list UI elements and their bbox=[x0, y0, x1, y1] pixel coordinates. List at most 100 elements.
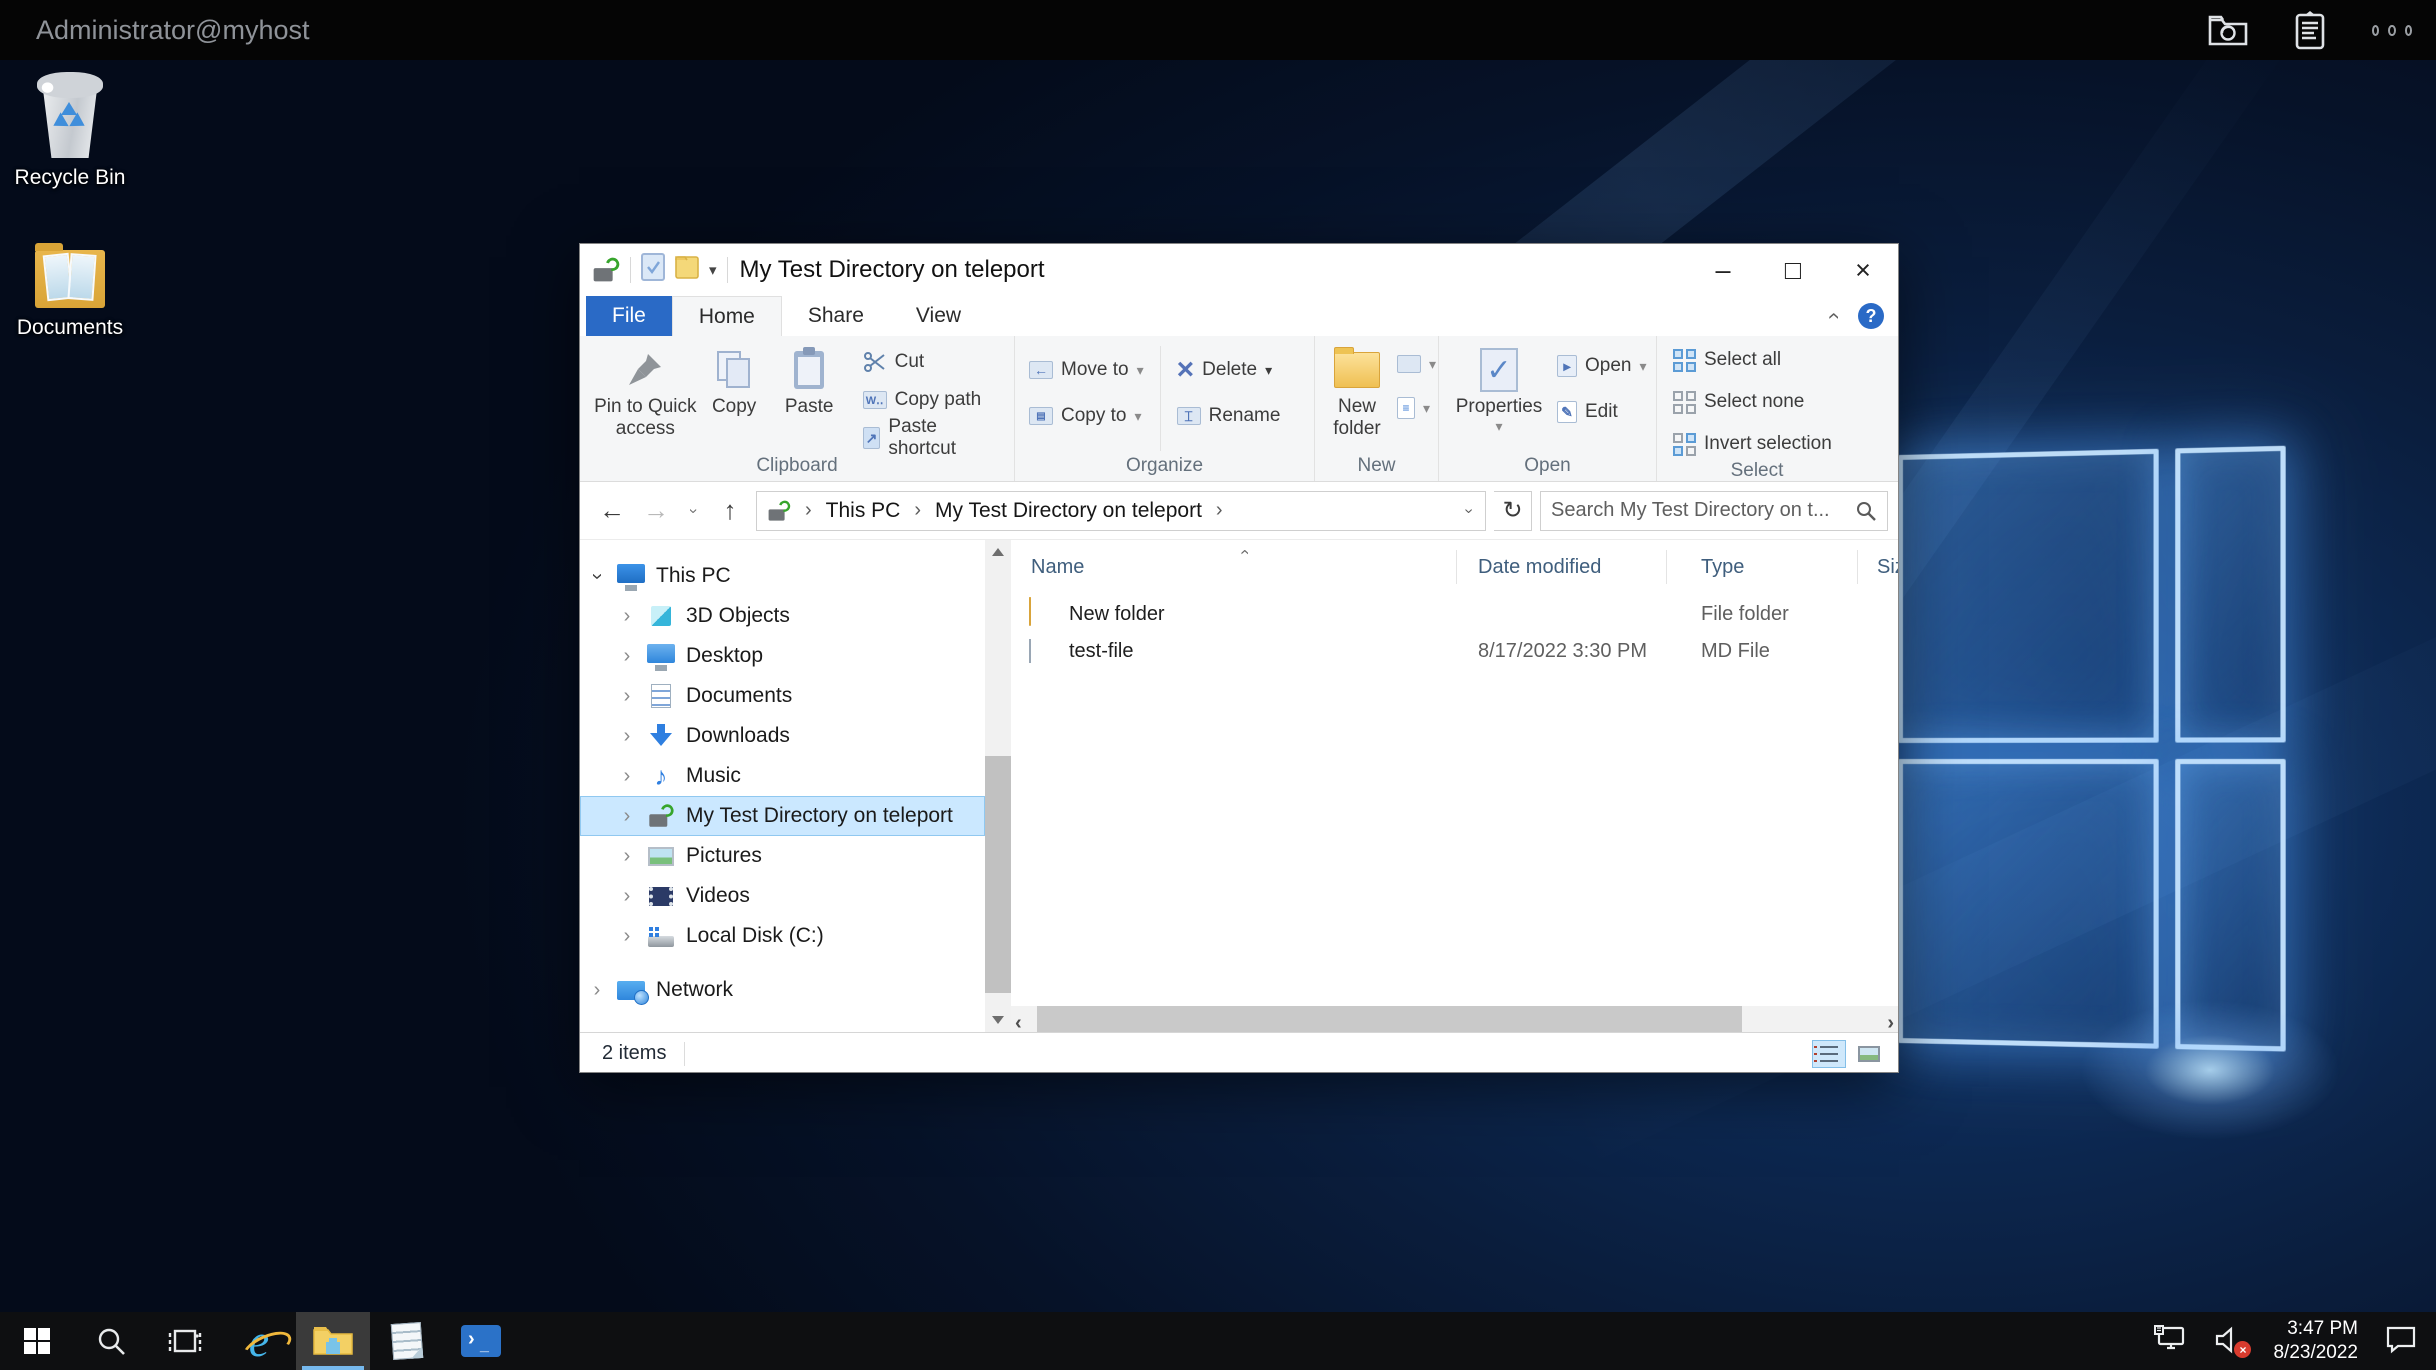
details-view-button[interactable] bbox=[1812, 1040, 1846, 1068]
nav-scrollbar-thumb[interactable] bbox=[985, 756, 1011, 992]
nav-scrollbar[interactable] bbox=[985, 540, 1011, 1032]
nav-item-downloads[interactable]: › Downloads bbox=[580, 716, 985, 756]
clipboard-icon[interactable] bbox=[2290, 10, 2330, 50]
horizontal-scrollbar[interactable]: ‹ › bbox=[1011, 1006, 1898, 1032]
nav-item-videos[interactable]: › Videos bbox=[580, 876, 985, 916]
paste-button[interactable]: Paste bbox=[772, 342, 847, 418]
recent-locations-icon[interactable]: › bbox=[684, 500, 702, 522]
minimize-button[interactable]: – bbox=[1688, 244, 1758, 296]
copy-path-button[interactable]: W‥ Copy path bbox=[857, 384, 1014, 416]
new-item-icon bbox=[1397, 355, 1421, 373]
paste-shortcut-button[interactable]: ↗ Paste shortcut bbox=[857, 422, 1014, 454]
action-center-icon[interactable] bbox=[2384, 1324, 2418, 1359]
task-view-button[interactable] bbox=[148, 1312, 222, 1370]
rename-button[interactable]: ⌶ Rename bbox=[1171, 400, 1287, 432]
videos-icon bbox=[644, 887, 678, 906]
column-header-name[interactable]: Name bbox=[1031, 556, 1084, 579]
title-bar[interactable]: ▾ My Test Directory on teleport – □ × bbox=[580, 244, 1898, 296]
forward-button[interactable]: → bbox=[638, 495, 674, 526]
nav-item-my-test-directory[interactable]: › My Test Directory on teleport bbox=[580, 796, 985, 836]
desktop-icon-recycle-bin[interactable]: Recycle Bin bbox=[10, 72, 130, 190]
cut-button[interactable]: Cut bbox=[857, 346, 1014, 378]
file-transfer-icon[interactable] bbox=[2208, 10, 2248, 50]
select-none-button[interactable]: Select none bbox=[1667, 386, 1838, 418]
address-dropdown-icon[interactable]: › bbox=[1459, 500, 1477, 521]
new-item-button[interactable]: ▾ bbox=[1395, 348, 1438, 380]
ribbon-tabs: File Home Share View › ? bbox=[580, 296, 1898, 336]
properties-qat-icon[interactable] bbox=[641, 253, 665, 287]
tab-file[interactable]: File bbox=[586, 296, 672, 336]
scroll-down-icon[interactable] bbox=[992, 1016, 1004, 1024]
address-bar[interactable]: › This PC › My Test Directory on telepor… bbox=[756, 491, 1486, 531]
taskbar: e ›_ × 3:47 PM 8/23/2022 bbox=[0, 1312, 2436, 1370]
column-header-type[interactable]: Type bbox=[1701, 556, 1744, 579]
pin-to-quick-access-button[interactable]: Pin to Quick access bbox=[594, 342, 697, 440]
horizontal-scrollbar-thumb[interactable] bbox=[1037, 1006, 1742, 1032]
nav-item-network[interactable]: › Network bbox=[580, 970, 985, 1010]
network-tray-icon[interactable] bbox=[2153, 1324, 2187, 1359]
qat-dropdown-icon[interactable]: ▾ bbox=[709, 261, 717, 279]
internet-explorer-icon: e bbox=[249, 1321, 269, 1361]
screen: Administrator@myhost Recycle Bin bbox=[0, 0, 2436, 1370]
search-box[interactable] bbox=[1540, 491, 1888, 531]
new-folder-button[interactable]: New folder bbox=[1319, 342, 1395, 440]
documents-folder-icon bbox=[35, 250, 105, 308]
help-icon[interactable]: ? bbox=[1858, 303, 1884, 329]
nav-item-desktop[interactable]: › Desktop bbox=[580, 636, 985, 676]
powershell-button[interactable]: ›_ bbox=[444, 1312, 518, 1370]
column-header-date-modified[interactable]: Date modified bbox=[1478, 556, 1601, 579]
maximize-button[interactable]: □ bbox=[1758, 244, 1828, 296]
start-button[interactable] bbox=[0, 1312, 74, 1370]
scroll-left-icon[interactable]: ‹ bbox=[1015, 1012, 1022, 1032]
desktop-icon-documents[interactable]: Documents bbox=[10, 250, 130, 340]
column-header-size[interactable]: Size bbox=[1877, 556, 1898, 579]
new-folder-qat-icon[interactable] bbox=[675, 254, 699, 286]
move-to-button[interactable]: ← Move to ▾ bbox=[1023, 354, 1150, 386]
nav-item-pictures[interactable]: › Pictures bbox=[580, 836, 985, 876]
address-bar-row: ← → › ↑ › This PC › My Test Directory on… bbox=[580, 482, 1898, 540]
copy-button[interactable]: Copy bbox=[697, 342, 772, 418]
window-controls: – □ × bbox=[1688, 244, 1898, 296]
invert-selection-button[interactable]: Invert selection bbox=[1667, 428, 1838, 460]
open-button[interactable]: ▸ Open ▾ bbox=[1551, 350, 1653, 382]
scissors-icon bbox=[863, 350, 887, 374]
notepad-button[interactable] bbox=[370, 1312, 444, 1370]
file-explorer-button[interactable] bbox=[296, 1312, 370, 1370]
large-icons-view-button[interactable] bbox=[1852, 1040, 1886, 1068]
ribbon-group-organize: ← Move to ▾ ▤ Copy to ▾ × bbox=[1015, 336, 1315, 481]
close-button[interactable]: × bbox=[1828, 244, 1898, 296]
search-input[interactable] bbox=[1551, 499, 1847, 522]
tab-view[interactable]: View bbox=[890, 296, 987, 336]
select-all-button[interactable]: Select all bbox=[1667, 344, 1838, 376]
copy-to-button[interactable]: ▤ Copy to ▾ bbox=[1023, 400, 1150, 432]
delete-button[interactable]: × Delete ▾ bbox=[1171, 354, 1287, 386]
nav-item-3d-objects[interactable]: › 3D Objects bbox=[580, 596, 985, 636]
powershell-icon: ›_ bbox=[461, 1325, 501, 1357]
properties-button[interactable]: ✓ Properties ▾ bbox=[1447, 342, 1551, 435]
scroll-up-icon[interactable] bbox=[992, 548, 1004, 556]
file-row-new-folder[interactable]: New folder File folder bbox=[1011, 596, 1898, 633]
taskbar-clock[interactable]: 3:47 PM 8/23/2022 bbox=[2273, 1317, 2358, 1365]
more-options-icon[interactable] bbox=[2372, 10, 2412, 50]
easy-access-button[interactable]: ≡ ▾ bbox=[1395, 392, 1438, 424]
tab-home[interactable]: Home bbox=[672, 296, 782, 336]
file-row-test-file[interactable]: test-file 8/17/2022 3:30 PM MD File bbox=[1011, 633, 1898, 670]
breadcrumb-current-folder[interactable]: My Test Directory on teleport bbox=[935, 499, 1202, 523]
internet-explorer-button[interactable]: e bbox=[222, 1312, 296, 1370]
local-disk-icon bbox=[644, 926, 678, 947]
scroll-right-icon[interactable]: › bbox=[1887, 1012, 1894, 1032]
collapse-ribbon-icon[interactable]: › bbox=[1819, 312, 1845, 319]
volume-muted-tray-icon[interactable]: × bbox=[2213, 1326, 2247, 1356]
nav-item-local-disk-c[interactable]: › Local Disk (C:) bbox=[580, 916, 985, 956]
breadcrumb-this-pc[interactable]: This PC bbox=[826, 499, 901, 523]
nav-item-documents[interactable]: › Documents bbox=[580, 676, 985, 716]
session-bar: Administrator@myhost bbox=[0, 0, 2436, 60]
nav-item-music[interactable]: › ♪ Music bbox=[580, 756, 985, 796]
up-button[interactable]: ↑ bbox=[712, 495, 748, 526]
back-button[interactable]: ← bbox=[594, 495, 630, 526]
refresh-button[interactable]: ↻ bbox=[1494, 491, 1532, 531]
nav-item-this-pc[interactable]: › This PC bbox=[580, 556, 985, 596]
edit-button[interactable]: ✎ Edit bbox=[1551, 396, 1653, 428]
taskbar-search-button[interactable] bbox=[74, 1312, 148, 1370]
tab-share[interactable]: Share bbox=[782, 296, 890, 336]
